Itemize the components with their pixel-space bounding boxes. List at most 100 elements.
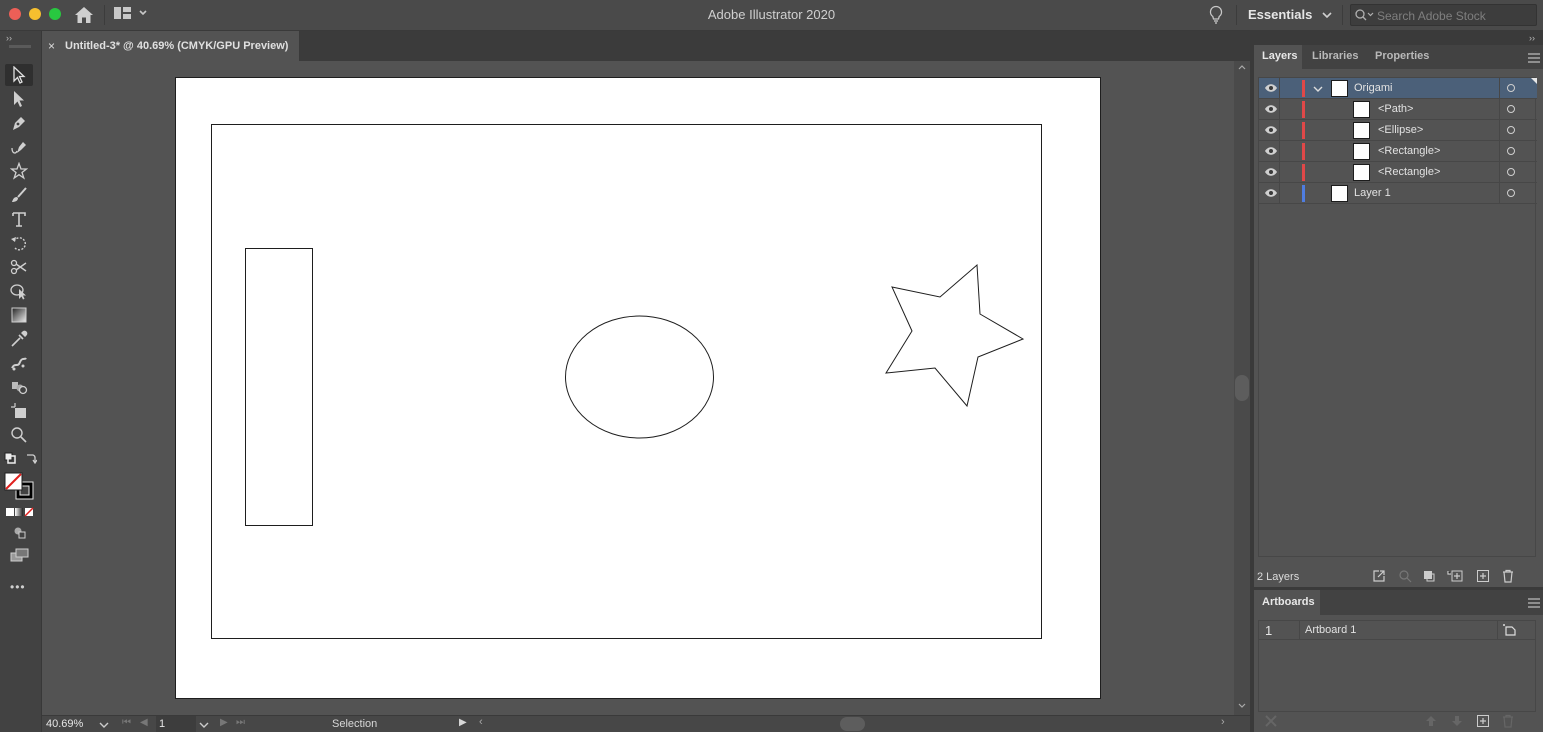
- layer-row[interactable]: Origami: [1259, 78, 1537, 99]
- new-artboard-icon[interactable]: [1476, 714, 1490, 728]
- rotate-tool[interactable]: [5, 232, 33, 254]
- layer-row[interactable]: <Rectangle>: [1259, 162, 1537, 183]
- puppet-warp-tool[interactable]: [5, 352, 33, 374]
- divider: [1499, 99, 1500, 120]
- zoom-dropdown-icon[interactable]: [99, 721, 109, 729]
- curvature-pen-icon: [11, 142, 26, 154]
- zoom-level-field[interactable]: 40.69%: [46, 718, 83, 730]
- artboards-panel-tabs: Artboards: [1254, 590, 1543, 615]
- target-circle-icon[interactable]: [1507, 168, 1515, 176]
- scroll-up-icon[interactable]: [1234, 63, 1250, 73]
- artboard-row-number: 1: [1265, 623, 1273, 638]
- scroll-right-icon[interactable]: ›: [1221, 716, 1225, 728]
- document-tab-bar: × Untitled-3* @ 40.69% (CMYK/GPU Preview…: [42, 31, 1250, 61]
- panel-collapse-icon[interactable]: ››: [6, 33, 12, 43]
- tab-layers[interactable]: Layers: [1254, 45, 1302, 69]
- new-layer-icon[interactable]: [1476, 569, 1490, 583]
- tab-properties[interactable]: Properties: [1367, 45, 1439, 69]
- scroll-left-icon[interactable]: ‹: [479, 716, 483, 728]
- layer-thumbnail: [1353, 164, 1370, 181]
- rotate-icon: [11, 237, 26, 251]
- visibility-eye-icon[interactable]: [1264, 146, 1278, 156]
- layer-row[interactable]: <Path>: [1259, 99, 1537, 120]
- new-sublayer-icon[interactable]: [1446, 569, 1464, 583]
- visibility-eye-icon[interactable]: [1264, 104, 1278, 114]
- move-down-icon[interactable]: [1451, 715, 1463, 727]
- selection-tool[interactable]: [5, 64, 33, 86]
- rearrange-artboards-icon[interactable]: [1264, 714, 1278, 728]
- vertical-scrollbar[interactable]: [1234, 61, 1250, 715]
- zoom-tool[interactable]: [5, 424, 33, 446]
- workspace-switcher[interactable]: Essentials: [1248, 7, 1332, 22]
- visibility-eye-icon[interactable]: [1264, 188, 1278, 198]
- color-gradient-none-icon: [6, 507, 34, 517]
- artboard-dropdown-icon[interactable]: [199, 721, 209, 729]
- clipping-mask-icon[interactable]: [1422, 569, 1436, 583]
- layer-row[interactable]: Layer 1: [1259, 183, 1537, 204]
- previous-artboard-icon[interactable]: ◀: [140, 717, 148, 728]
- scissors-tool[interactable]: [5, 256, 33, 278]
- star-tool[interactable]: [5, 160, 33, 182]
- delete-artboard-icon[interactable]: [1501, 714, 1515, 728]
- shape-builder-tool[interactable]: [5, 280, 33, 302]
- artboard-tool[interactable]: [5, 400, 33, 422]
- locate-object-icon[interactable]: [1398, 569, 1412, 583]
- swap-fill-stroke-button[interactable]: [25, 452, 38, 467]
- default-fill-stroke-button[interactable]: [4, 452, 16, 467]
- artboard-options-icon[interactable]: [1503, 623, 1517, 637]
- status-menu-icon[interactable]: ▶: [459, 717, 467, 728]
- curvature-tool[interactable]: [5, 136, 33, 158]
- document-tab[interactable]: × Untitled-3* @ 40.69% (CMYK/GPU Preview…: [42, 31, 300, 61]
- target-circle-icon[interactable]: [1507, 84, 1515, 92]
- artboards-menu-icon[interactable]: [1528, 598, 1540, 608]
- fill-stroke-swatch[interactable]: [4, 472, 36, 505]
- visibility-eye-icon[interactable]: [1264, 125, 1278, 135]
- delete-layer-icon[interactable]: [1501, 569, 1515, 583]
- target-circle-icon[interactable]: [1507, 189, 1515, 197]
- close-tab-icon[interactable]: ×: [48, 39, 55, 53]
- artboard-number-field[interactable]: 1: [156, 716, 196, 732]
- vertical-scroll-thumb[interactable]: [1235, 375, 1249, 401]
- tool-status-label[interactable]: Selection: [332, 718, 377, 730]
- target-circle-icon[interactable]: [1507, 126, 1515, 134]
- target-circle-icon[interactable]: [1507, 147, 1515, 155]
- toolbar-grip[interactable]: [9, 45, 31, 48]
- horizontal-scroll-thumb[interactable]: [840, 717, 865, 731]
- paintbrush-tool[interactable]: [5, 184, 33, 206]
- visibility-eye-icon[interactable]: [1264, 167, 1278, 177]
- lightbulb-icon[interactable]: [1208, 5, 1224, 25]
- first-artboard-icon[interactable]: ⏮: [122, 717, 131, 728]
- eyedropper-tool[interactable]: [5, 328, 33, 350]
- panel-menu-icon[interactable]: [1528, 53, 1540, 63]
- panel-collapse-icon[interactable]: ››: [1529, 33, 1535, 43]
- drawing-mode-button[interactable]: [13, 526, 27, 543]
- layer-thumbnail: [1331, 80, 1348, 97]
- pen-tool[interactable]: [5, 112, 33, 134]
- artboards-panel: 1 Artboard 1: [1254, 615, 1543, 732]
- layer-row[interactable]: <Rectangle>: [1259, 141, 1537, 162]
- tab-artboards[interactable]: Artboards: [1254, 590, 1320, 615]
- gradient-tool[interactable]: [5, 304, 33, 326]
- artboard[interactable]: [175, 77, 1101, 699]
- last-artboard-icon[interactable]: ⏭: [236, 717, 245, 728]
- search-adobe-stock-input[interactable]: Search Adobe Stock: [1350, 4, 1537, 26]
- target-circle-icon[interactable]: [1507, 105, 1515, 113]
- blend-tool[interactable]: [5, 376, 33, 398]
- move-up-icon[interactable]: [1425, 715, 1437, 727]
- export-icon[interactable]: [1372, 569, 1386, 583]
- type-tool[interactable]: [5, 208, 33, 230]
- tab-libraries[interactable]: Libraries: [1304, 45, 1366, 69]
- separator: [1236, 5, 1237, 25]
- scroll-down-icon[interactable]: [1234, 701, 1250, 711]
- panel-tabs: Layers Libraries Properties: [1254, 45, 1543, 69]
- next-artboard-icon[interactable]: ▶: [220, 717, 228, 728]
- color-mode-buttons[interactable]: [5, 507, 35, 520]
- artboard-row[interactable]: 1 Artboard 1: [1259, 621, 1535, 640]
- screen-mode-button[interactable]: [10, 548, 30, 565]
- visibility-eye-icon[interactable]: [1264, 83, 1278, 93]
- layer-row[interactable]: <Ellipse>: [1259, 120, 1537, 141]
- pen-icon: [13, 117, 25, 130]
- direct-selection-tool[interactable]: [5, 88, 33, 110]
- edit-toolbar-button[interactable]: •••: [10, 580, 26, 594]
- expand-chevron-icon[interactable]: [1313, 85, 1323, 93]
